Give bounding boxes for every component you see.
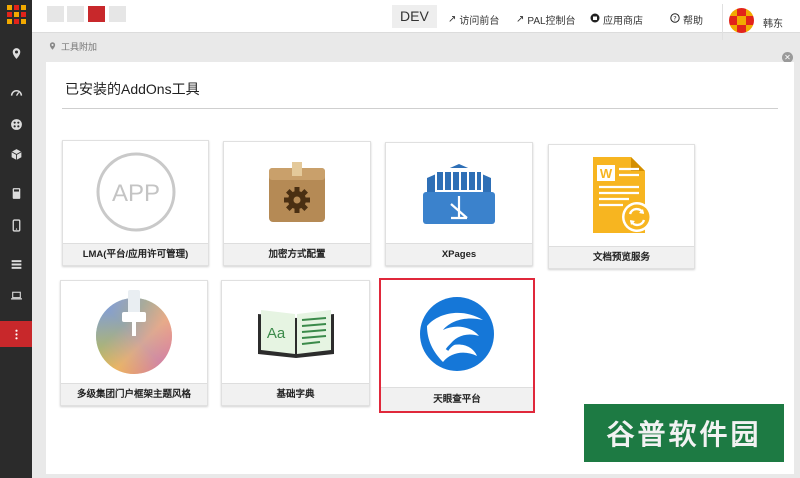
color-wheel-brush-icon bbox=[96, 290, 172, 374]
tool-card-dictionary[interactable]: Aa 基础字典 bbox=[221, 280, 370, 406]
top-bar: DEV ↗ 访问前台 ↗ PAL控制台 应用商店 ? 帮助 韩东 bbox=[32, 0, 800, 40]
pal-console-label: PAL控制台 bbox=[527, 16, 576, 27]
tool-card-portal-theme[interactable]: 多级集团门户框架主题风格 bbox=[60, 280, 208, 406]
store-icon bbox=[590, 13, 600, 26]
tool-card-label: 加密方式配置 bbox=[224, 243, 370, 265]
visit-frontend-link[interactable]: ↗ 访问前台 bbox=[448, 12, 499, 27]
title-divider bbox=[62, 108, 778, 109]
app-logo-icon[interactable] bbox=[6, 4, 27, 25]
grid-apps-icon[interactable] bbox=[0, 111, 32, 137]
pal-console-link[interactable]: ↗ PAL控制台 bbox=[516, 12, 576, 27]
tool-card-xpages[interactable]: XPages bbox=[385, 142, 533, 266]
app-store-link[interactable]: 应用商店 bbox=[590, 12, 643, 27]
toolbar-square-2[interactable] bbox=[67, 6, 84, 22]
tool-card-label: LMA(平台/应用许可管理) bbox=[63, 243, 208, 265]
breadcrumb: 工具附加 bbox=[48, 40, 97, 53]
tool-card-lma[interactable]: APP LMA(平台/应用许可管理) bbox=[62, 140, 209, 266]
mobile-icon[interactable] bbox=[0, 212, 32, 238]
toolbar-square-4[interactable] bbox=[109, 6, 126, 22]
watermark-text: 谷普软件园 bbox=[606, 419, 762, 450]
tool-card-label: 基础字典 bbox=[222, 383, 369, 405]
tool-card-label: XPages bbox=[386, 243, 532, 265]
tool-card-label: 多级集团门户框架主题风格 bbox=[61, 383, 207, 405]
word-sync-icon: W bbox=[592, 156, 652, 233]
help-link[interactable]: ? 帮助 bbox=[670, 12, 703, 27]
user-separator bbox=[722, 4, 723, 40]
help-label: 帮助 bbox=[683, 16, 703, 27]
more-vertical-icon[interactable] bbox=[0, 321, 32, 347]
dictionary-icon-text: Aa bbox=[266, 325, 285, 342]
xpages-icon bbox=[423, 164, 495, 224]
dashboard-gauge-icon[interactable] bbox=[0, 80, 32, 106]
tool-card-label: 文档预览服务 bbox=[549, 246, 694, 268]
tool-card-doc-preview[interactable]: W 文档预览服务 bbox=[548, 144, 695, 269]
environment-label: DEV bbox=[392, 5, 437, 28]
calculator-icon[interactable] bbox=[0, 180, 32, 206]
app-circle-icon: APP bbox=[96, 152, 175, 232]
user-name[interactable]: 韩东 bbox=[763, 15, 783, 30]
user-avatar[interactable] bbox=[729, 8, 754, 33]
location-pin-icon[interactable] bbox=[0, 40, 32, 66]
toolbar-square-3[interactable] bbox=[88, 6, 105, 22]
location-pin-icon bbox=[48, 41, 57, 53]
visit-frontend-label: 访问前台 bbox=[459, 16, 500, 27]
menu-lines-icon[interactable] bbox=[0, 251, 32, 277]
breadcrumb-label: 工具附加 bbox=[61, 42, 98, 52]
tianyancha-logo-icon bbox=[420, 296, 494, 371]
laptop-icon[interactable] bbox=[0, 282, 32, 308]
tool-card-encryption[interactable]: 加密方式配置 bbox=[223, 141, 371, 266]
cube-icon[interactable] bbox=[0, 141, 32, 167]
external-link-icon: ↗ bbox=[448, 14, 457, 25]
app-icon-text: APP bbox=[111, 180, 159, 207]
dictionary-book-icon: Aa bbox=[257, 310, 334, 358]
watermark-logo: 谷普软件园 bbox=[584, 404, 784, 462]
svg-text:?: ? bbox=[673, 14, 676, 22]
external-link-icon: ↗ bbox=[516, 14, 525, 25]
tool-card-label: 天眼查平台 bbox=[381, 387, 533, 411]
tool-card-tianyancha[interactable]: 天眼查平台 bbox=[379, 278, 535, 413]
toolbar-square-1[interactable] bbox=[47, 6, 64, 22]
word-icon-text: W bbox=[599, 166, 612, 181]
gear-box-icon bbox=[269, 161, 325, 222]
app-store-label: 应用商店 bbox=[603, 16, 643, 27]
help-icon: ? bbox=[670, 13, 680, 26]
left-sidebar bbox=[0, 0, 32, 478]
panel-title: 已安装的AddOns工具 bbox=[65, 81, 200, 97]
